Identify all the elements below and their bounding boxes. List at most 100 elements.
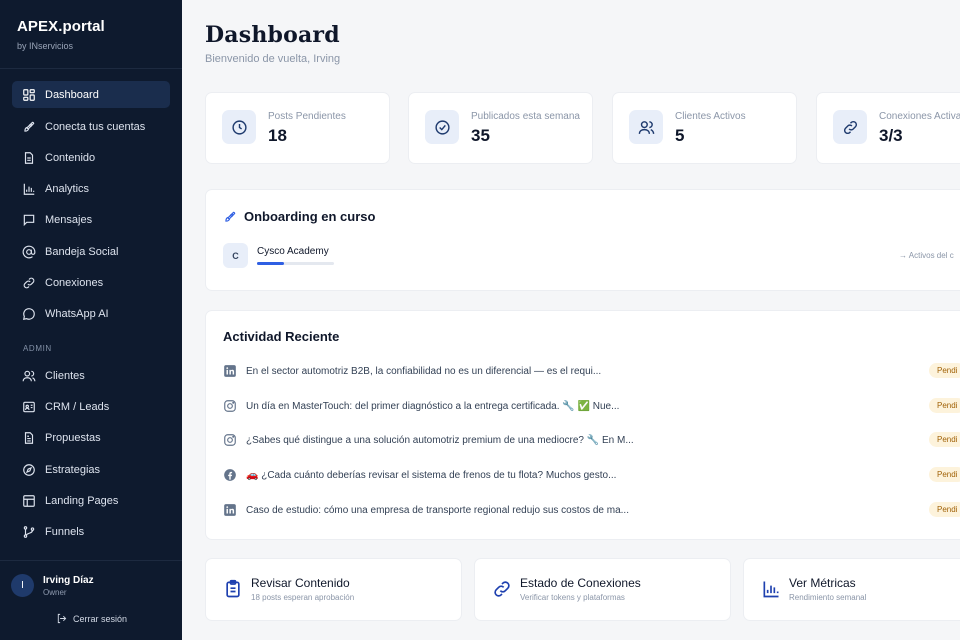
rocket-icon (225, 211, 236, 222)
stat-value: 3/3 (879, 126, 903, 145)
onboarding-title-text: Onboarding en curso (244, 209, 376, 224)
nav-item-conexiones[interactable]: Conexiones (12, 269, 170, 296)
nav-item-propuestas[interactable]: Propuestas (12, 424, 170, 451)
nav-label: Conecta tus cuentas (45, 120, 146, 133)
users-icon (22, 370, 36, 381)
chat-bubble-icon (23, 307, 35, 320)
nav-label: Estrategias (45, 463, 101, 476)
linkedin-icon (224, 504, 236, 516)
page-title: Dashboard (205, 22, 340, 48)
activity-text: 🚗 ¿Cada cuánto deberías revisar el siste… (246, 469, 617, 481)
activity-text: En el sector automotriz B2B, la confiabi… (246, 365, 602, 377)
status-badge: Pendi (929, 467, 960, 482)
nav-label: Funnels (45, 525, 85, 538)
instagram-icon (224, 434, 236, 446)
arrow-right-icon: → (899, 251, 909, 260)
stat-label: Conexiones Activas (879, 111, 960, 122)
activity-row[interactable]: En el sector automotriz B2B, la confiabi… (223, 362, 960, 380)
nav-label: Clientes (45, 369, 85, 382)
action-card-revisar-contenido[interactable]: Revisar Contenido 18 posts esperan aprob… (205, 558, 462, 621)
sidebar: APEX.portal by INservicios Dashboard Con… (0, 0, 182, 640)
rocket-icon (24, 121, 35, 132)
stat-card-publicados[interactable]: Publicados esta semana 35 (408, 92, 593, 164)
nav-label: Mensajes (45, 213, 93, 226)
divider (0, 68, 182, 69)
stat-card-conexiones-activas[interactable]: Conexiones Activas 3/3 (816, 92, 960, 164)
activity-panel: Actividad Reciente En el sector automotr… (205, 310, 960, 540)
logout-button[interactable]: Cerrar sesión (56, 613, 127, 624)
onboarding-link[interactable]: → Activos del c (899, 251, 954, 260)
status-badge: Pendi (929, 398, 960, 413)
nav-item-contenido[interactable]: Contenido (12, 144, 170, 171)
brand-name: APEX.portal (17, 18, 105, 35)
page-subtitle: Bienvenido de vuelta, Irving (205, 53, 341, 65)
git-branch-icon (23, 525, 35, 538)
avatar[interactable]: I (11, 574, 34, 597)
onboarding-panel: Onboarding en curso C Cysco Academy → Ac… (205, 189, 960, 291)
nav-label: Dashboard (45, 88, 99, 101)
nav-item-whatsapp-ai[interactable]: WhatsApp AI (12, 300, 170, 327)
link-icon (494, 581, 510, 597)
nav-item-conecta[interactable]: Conecta tus cuentas (12, 113, 170, 140)
status-badge: Pendi (929, 363, 960, 378)
stat-value: 35 (471, 126, 490, 145)
nav-item-funnels[interactable]: Funnels (12, 518, 170, 545)
activity-text: Un día en MasterTouch: del primer diagnó… (246, 400, 620, 412)
activity-row[interactable]: Un día en MasterTouch: del primer diagnó… (223, 397, 960, 415)
activity-row[interactable]: 🚗 ¿Cada cuánto deberías revisar el siste… (223, 466, 960, 484)
user-name: Irving Díaz (43, 575, 94, 586)
action-title: Estado de Conexiones (520, 576, 641, 590)
onboarding-progress-fill (257, 262, 284, 265)
linkedin-icon (224, 365, 236, 377)
nav-item-crm-leads[interactable]: CRM / Leads (12, 393, 170, 420)
nav-item-analytics[interactable]: Analytics (12, 175, 170, 202)
action-subtitle: Rendimiento semanal (789, 593, 867, 602)
status-badge: Pendi (929, 432, 960, 447)
nav-item-estrategias[interactable]: Estrategias (12, 456, 170, 483)
stat-icon-box (425, 110, 459, 144)
user-panel: I Irving Díaz Owner Cerrar sesión (0, 560, 182, 640)
bar-chart-icon (23, 183, 35, 195)
stat-label: Clientes Activos (675, 111, 746, 122)
compass-icon (23, 463, 35, 476)
brand[interactable]: APEX.portal by INservicios (17, 18, 105, 51)
activity-row[interactable]: Caso de estudio: cómo una empresa de tra… (223, 501, 960, 519)
activity-text: ¿Sabes qué distingue a una solución auto… (246, 434, 634, 446)
client-initial-badge: C (223, 243, 248, 268)
nav-item-bandeja-social[interactable]: Bandeja Social (12, 238, 170, 265)
nav-item-mensajes[interactable]: Mensajes (12, 206, 170, 233)
action-card-ver-metricas[interactable]: Ver Métricas Rendimiento semanal (743, 558, 960, 621)
check-circle-icon (434, 119, 450, 135)
nav-label: CRM / Leads (45, 400, 110, 413)
main-content: Dashboard Bienvenido de vuelta, Irving P… (182, 0, 960, 640)
nav-item-clientes[interactable]: Clientes (12, 362, 170, 389)
onboarding-link-text: Activos del c (908, 251, 954, 260)
stat-icon-box (629, 110, 663, 144)
clock-icon (231, 119, 247, 135)
link-icon (23, 277, 35, 288)
activity-row[interactable]: ¿Sabes qué distingue a una solución auto… (223, 431, 960, 449)
activity-title: Actividad Reciente (223, 329, 340, 344)
onboarding-client-name[interactable]: Cysco Academy (257, 246, 329, 257)
file-text-icon (24, 431, 34, 444)
user-role: Owner (43, 588, 67, 597)
layout-icon (23, 494, 35, 507)
nav-item-landing-pages[interactable]: Landing Pages (12, 487, 170, 514)
users-icon (638, 120, 654, 134)
bar-chart-icon (763, 581, 779, 598)
onboarding-progress-bar (257, 262, 334, 265)
clipboard-icon (226, 579, 240, 598)
facebook-icon (224, 469, 236, 481)
action-card-estado-conexiones[interactable]: Estado de Conexiones Verificar tokens y … (474, 558, 731, 621)
stat-card-clientes-activos[interactable]: Clientes Activos 5 (612, 92, 797, 164)
nav-label: Bandeja Social (45, 245, 119, 258)
nav-section-admin: ADMIN (23, 344, 52, 353)
nav-label: Propuestas (45, 431, 101, 444)
action-title: Revisar Contenido (251, 576, 350, 590)
document-icon (24, 151, 34, 164)
logout-label: Cerrar sesión (73, 613, 128, 624)
nav-item-dashboard[interactable]: Dashboard (12, 81, 170, 108)
nav-label: WhatsApp AI (45, 307, 109, 320)
stat-value: 18 (268, 126, 287, 145)
stat-card-posts-pendientes[interactable]: Posts Pendientes 18 (205, 92, 390, 164)
